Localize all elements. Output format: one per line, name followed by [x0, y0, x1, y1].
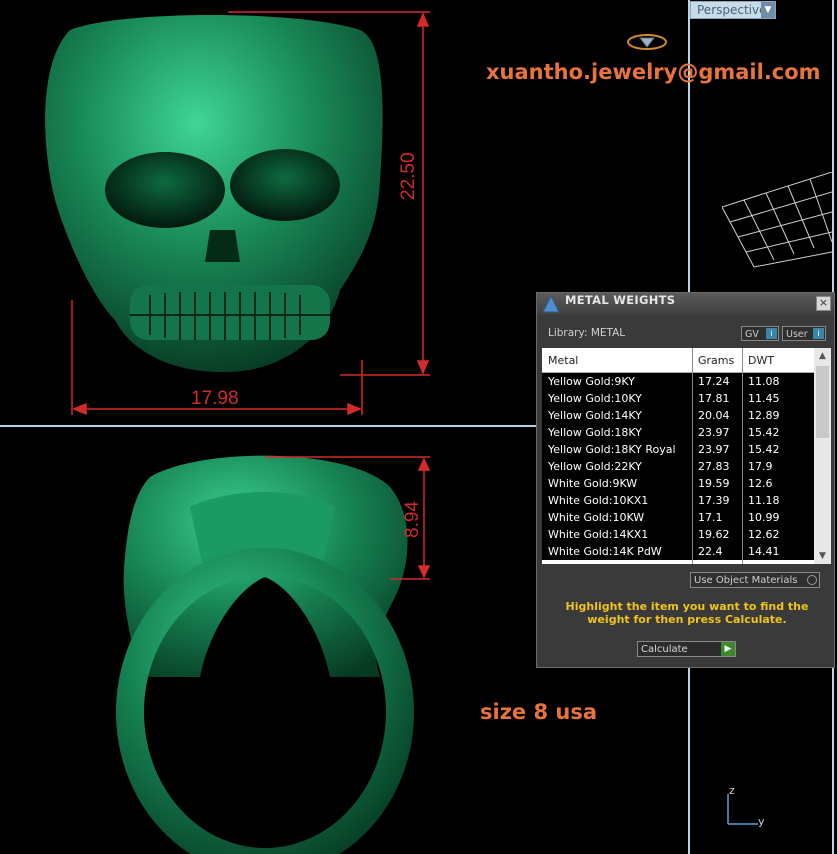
table-row[interactable]: White Gold:14K PdW 22.4 14.41	[542, 543, 814, 560]
dimension-height-top: 22.50	[398, 152, 419, 200]
header-grams[interactable]: Grams	[698, 354, 734, 367]
cell-dwt: 15.42	[748, 443, 780, 456]
cell-metal: Yellow Gold:18KY Royal	[548, 443, 676, 456]
use-object-materials-label: Use Object Materials	[694, 575, 798, 586]
panel-titlebar[interactable]: METAL WEIGHTS ×	[537, 293, 834, 315]
chevron-down-icon: ▼	[761, 2, 775, 18]
logo-icon	[627, 34, 667, 50]
dimension-width-top: 17.98	[191, 388, 239, 409]
info-icon: i	[813, 328, 824, 339]
cell-grams: 17.39	[698, 494, 730, 507]
cell-metal: White Gold:10KW	[548, 511, 645, 524]
gv-button-label: GV	[745, 329, 759, 340]
ring-size-text: size 8 usa	[480, 700, 598, 724]
cell-grams: 17.81	[698, 392, 730, 405]
cell-metal: White Gold:9KW	[548, 477, 638, 490]
cell-dwt: 12.89	[748, 409, 780, 422]
use-object-materials-toggle[interactable]: Use Object Materials	[690, 572, 820, 588]
metal-table[interactable]: Metal Grams DWT Yellow Gold:9KY 17.24 11.0…	[542, 348, 831, 564]
contact-email: xuantho.jewelry@gmail.com	[486, 60, 821, 84]
scroll-thumb[interactable]	[816, 366, 829, 438]
radio-icon	[807, 575, 817, 585]
cell-grams: 19.62	[698, 528, 730, 541]
column-separator	[742, 348, 743, 564]
cell-grams: 20.04	[698, 409, 730, 422]
table-row[interactable]: Yellow Gold:14KY 20.04 12.89	[542, 407, 814, 424]
calculate-label: Calculate	[641, 644, 688, 655]
scroll-up-icon[interactable]: ▲	[814, 348, 831, 364]
perspective-grid	[722, 172, 832, 268]
cell-grams: 23.97	[698, 426, 730, 439]
cell-metal: Yellow Gold:9KY	[548, 375, 635, 388]
dimension-height-bottom: 8.94	[402, 501, 423, 538]
column-separator	[692, 348, 693, 564]
viewport-label-dropdown[interactable]: Perspective ▼	[690, 1, 776, 19]
table-scrollbar[interactable]: ▲ ▼	[814, 348, 831, 564]
header-metal[interactable]: Metal	[548, 354, 578, 367]
cell-dwt: 10.99	[748, 511, 780, 524]
cell-metal: Yellow Gold:10KY	[548, 392, 642, 405]
cell-dwt: 11.18	[748, 494, 780, 507]
table-row[interactable]: Yellow Gold:9KY 17.24 11.08	[542, 373, 814, 390]
table-row[interactable]: White Gold:10KX1 17.39 11.18	[542, 492, 814, 509]
cell-metal: White Gold:10KX1	[548, 494, 649, 507]
scroll-down-icon[interactable]: ▼	[814, 548, 831, 564]
info-icon: i	[766, 328, 777, 339]
viewport-divider-vertical-bottom[interactable]	[688, 668, 690, 854]
cell-dwt: 11.45	[748, 392, 780, 405]
viewport-divider-vertical-top[interactable]	[688, 0, 690, 292]
cell-dwt: 12.6	[748, 477, 773, 490]
viewport-label: Perspective	[697, 3, 767, 17]
cell-metal: Yellow Gold:22KY	[548, 460, 642, 473]
table-row[interactable]: Yellow Gold:18KY Royal 23.97 15.42	[542, 441, 814, 458]
table-row[interactable]: White Gold:9KW 19.59 12.6	[542, 475, 814, 492]
table-row[interactable]: Yellow Gold:22KY 27.83 17.9	[542, 458, 814, 475]
table-header: Metal Grams DWT	[542, 348, 814, 373]
panel-title: METAL WEIGHTS	[565, 293, 676, 307]
cell-grams: 22.4	[698, 545, 723, 558]
cell-metal: White Gold:14K PdW	[548, 545, 662, 558]
skull-front-view	[45, 11, 430, 416]
cell-metal: Yellow Gold:18KY	[548, 426, 642, 439]
cell-dwt: 14.41	[748, 545, 780, 558]
close-icon[interactable]: ×	[816, 296, 831, 311]
table-row[interactable]: Yellow Gold:18KY 23.97 15.42	[542, 424, 814, 441]
cell-dwt: 17.9	[748, 460, 773, 473]
table-row[interactable]: Yellow Gold:10KY 17.81 11.45	[542, 390, 814, 407]
table-row[interactable]: White Gold:14KX1 19.62 12.62	[542, 526, 814, 543]
metal-weights-panel: METAL WEIGHTS × Library: METAL GV i User…	[536, 292, 835, 668]
scale-icon	[542, 294, 560, 313]
cell-metal: White Gold:14KX1	[548, 528, 649, 541]
cell-grams: 17.24	[698, 375, 730, 388]
cell-grams: 27.83	[698, 460, 730, 473]
table-row[interactable]: White Gold:10KW 17.1 10.99	[542, 509, 814, 526]
cell-dwt: 15.42	[748, 426, 780, 439]
cell-metal: Yellow Gold:14KY	[548, 409, 642, 422]
cell-grams: 19.59	[698, 477, 730, 490]
user-button[interactable]: User i	[782, 326, 826, 341]
calculate-button[interactable]: Calculate ▶	[637, 641, 736, 657]
instruction-text: Highlight the item you want to find the …	[565, 600, 809, 626]
cell-grams: 23.97	[698, 443, 730, 456]
play-icon: ▶	[721, 642, 735, 656]
library-label: Library: METAL	[548, 327, 626, 339]
cell-dwt: 11.08	[748, 375, 780, 388]
gv-button[interactable]: GV i	[741, 326, 779, 341]
axis-z-label: z	[729, 784, 735, 797]
cell-dwt: 12.62	[748, 528, 780, 541]
cell-grams: 17.1	[698, 511, 723, 524]
header-dwt[interactable]: DWT	[748, 354, 774, 367]
ring-top-view	[116, 455, 431, 854]
axis-y-label: y	[758, 815, 765, 828]
user-button-label: User	[786, 329, 808, 340]
